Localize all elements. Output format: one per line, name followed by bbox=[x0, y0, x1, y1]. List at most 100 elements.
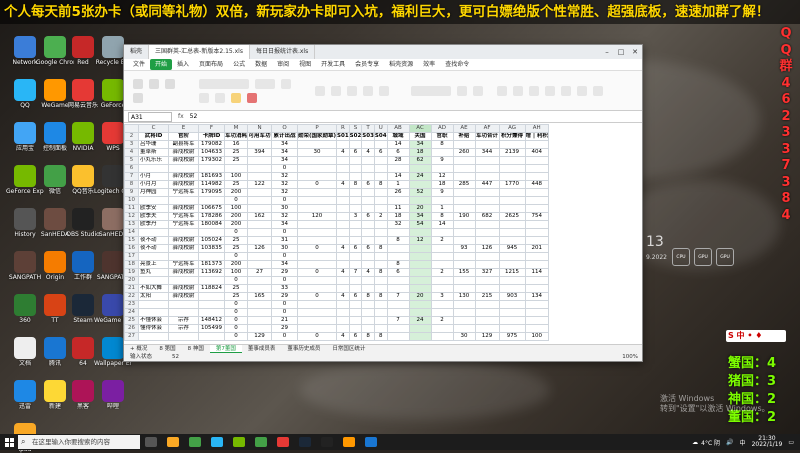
table-cell[interactable]: 16 bbox=[223, 140, 249, 149]
row-number[interactable]: 20 bbox=[124, 276, 139, 285]
column-header[interactable]: AD bbox=[430, 124, 454, 133]
wrap-icon[interactable] bbox=[379, 85, 389, 96]
table-cell[interactable] bbox=[297, 316, 338, 325]
table-cell[interactable]: 8 bbox=[361, 332, 375, 341]
table-cell[interactable] bbox=[361, 236, 375, 245]
taskbar-search-input[interactable]: 在这里输入你要搜索的内容 bbox=[18, 435, 140, 449]
name-box[interactable]: A31 bbox=[128, 111, 172, 122]
table-cell[interactable] bbox=[524, 196, 549, 205]
table-cell[interactable] bbox=[452, 316, 476, 325]
table-cell[interactable]: 太阳 bbox=[138, 292, 169, 301]
close-icon[interactable]: ✕ bbox=[628, 45, 642, 59]
column-header[interactable]: S bbox=[348, 124, 363, 133]
table-cell[interactable] bbox=[336, 284, 350, 293]
table-cell[interactable] bbox=[524, 188, 549, 197]
table-cell[interactable]: 0 bbox=[297, 180, 338, 189]
table-cell[interactable]: 2 bbox=[373, 212, 388, 221]
table-cell[interactable]: 114982 bbox=[198, 180, 225, 189]
table-cell[interactable] bbox=[223, 164, 249, 173]
table-cell[interactable] bbox=[430, 228, 454, 237]
table-cell[interactable]: 120 bbox=[297, 212, 338, 221]
table-cell[interactable] bbox=[452, 252, 476, 261]
table-cell[interactable]: 4 bbox=[336, 244, 350, 253]
table-cell[interactable]: 200 bbox=[223, 220, 249, 229]
table-cell[interactable]: 25 bbox=[223, 180, 249, 189]
table-cell[interactable]: 148412 bbox=[198, 316, 225, 325]
table-cell[interactable] bbox=[524, 252, 549, 261]
table-cell[interactable] bbox=[336, 172, 350, 181]
font-color-icon[interactable] bbox=[247, 92, 257, 103]
number-format-select[interactable] bbox=[411, 85, 451, 96]
table-cell[interactable] bbox=[373, 220, 388, 229]
table-cell[interactable] bbox=[348, 308, 363, 317]
table-cell[interactable] bbox=[361, 260, 375, 269]
table-cell[interactable]: 200 bbox=[223, 188, 249, 197]
table-cell[interactable]: 0 bbox=[223, 196, 249, 205]
table-cell[interactable] bbox=[297, 164, 338, 173]
table-cell[interactable] bbox=[430, 164, 454, 173]
table-cell[interactable]: 4 bbox=[361, 268, 375, 277]
sort-icon[interactable] bbox=[561, 85, 571, 96]
table-cell[interactable]: 1 bbox=[386, 180, 410, 189]
italic-icon[interactable] bbox=[199, 92, 209, 103]
table-cell[interactable] bbox=[247, 316, 273, 325]
row-number[interactable]: 25 bbox=[124, 316, 139, 325]
table-cell[interactable] bbox=[386, 284, 410, 293]
spreadsheet-grid[interactable]: C E F M N O P R S T U AB AC AD AE AF AG AH 2 武将ID 官阶 卡牌ID 军功消耗… bbox=[124, 124, 642, 349]
table-header-cell[interactable]: 累计出战 bbox=[271, 132, 299, 141]
table-cell[interactable]: 32 bbox=[271, 212, 299, 221]
table-cell[interactable] bbox=[408, 308, 432, 317]
table-cell[interactable]: 447 bbox=[474, 180, 500, 189]
table-cell[interactable] bbox=[247, 164, 273, 173]
table-cell[interactable] bbox=[361, 252, 375, 261]
table-cell[interactable] bbox=[336, 300, 350, 309]
table-cell[interactable] bbox=[373, 308, 388, 317]
table-cell[interactable]: 25 bbox=[223, 236, 249, 245]
font-size-select[interactable] bbox=[255, 78, 275, 89]
table-cell[interactable] bbox=[247, 228, 273, 237]
table-cell[interactable] bbox=[168, 228, 199, 237]
table-cell[interactable] bbox=[247, 260, 273, 269]
table-cell[interactable]: 4 bbox=[361, 148, 375, 157]
table-cell[interactable] bbox=[247, 276, 273, 285]
table-cell[interactable] bbox=[474, 196, 500, 205]
table-cell[interactable] bbox=[138, 164, 169, 173]
column-header[interactable]: AC bbox=[408, 124, 432, 133]
table-cell[interactable]: 178286 bbox=[198, 212, 225, 221]
table-cell[interactable] bbox=[430, 244, 454, 253]
table-cell[interactable] bbox=[348, 276, 363, 285]
taskbar-clock[interactable]: 21:30 2022/1/19 bbox=[752, 436, 783, 448]
table-cell[interactable] bbox=[361, 196, 375, 205]
table-cell[interactable]: 驿戍校尉 bbox=[168, 156, 199, 165]
table-cell[interactable] bbox=[498, 324, 526, 333]
table-cell[interactable] bbox=[373, 236, 388, 245]
table-cell[interactable] bbox=[408, 244, 432, 253]
table-cell[interactable] bbox=[430, 252, 454, 261]
table-cell[interactable] bbox=[336, 228, 350, 237]
table-cell[interactable]: 285 bbox=[452, 180, 476, 189]
sheet-tab[interactable]: 8 第国 bbox=[153, 345, 181, 353]
table-cell[interactable] bbox=[361, 156, 375, 165]
table-cell[interactable]: 30 bbox=[271, 204, 299, 213]
maximize-icon[interactable]: □ bbox=[614, 45, 628, 59]
qq-icon[interactable] bbox=[211, 437, 223, 447]
table-cell[interactable] bbox=[297, 204, 338, 213]
table-cell[interactable]: 4 bbox=[336, 292, 350, 301]
table-cell[interactable] bbox=[198, 300, 225, 309]
table-cell[interactable]: 8 bbox=[373, 180, 388, 189]
table-cell[interactable]: 200 bbox=[223, 212, 249, 221]
table-cell[interactable] bbox=[498, 236, 526, 245]
table-cell[interactable] bbox=[373, 252, 388, 261]
table-cell[interactable] bbox=[474, 188, 500, 197]
table-cell[interactable] bbox=[452, 156, 476, 165]
table-cell[interactable] bbox=[247, 140, 273, 149]
table-cell[interactable]: 114 bbox=[524, 268, 549, 277]
column-header[interactable]: O bbox=[271, 124, 299, 133]
column-header[interactable] bbox=[124, 124, 139, 133]
table-cell[interactable]: 0 bbox=[297, 292, 338, 301]
table-cell[interactable] bbox=[498, 260, 526, 269]
table-cell[interactable] bbox=[386, 196, 410, 205]
table-cell[interactable]: 394 bbox=[247, 148, 273, 157]
menu-item[interactable]: 开始 bbox=[150, 59, 173, 70]
table-cell[interactable] bbox=[386, 332, 410, 341]
